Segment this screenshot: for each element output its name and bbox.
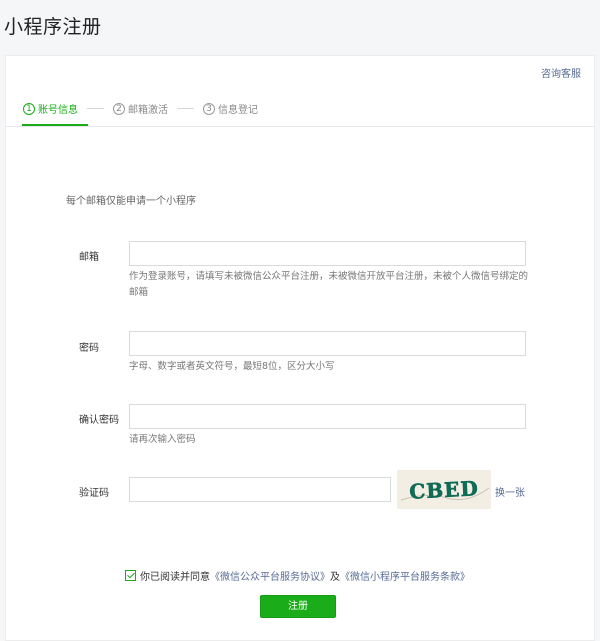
agreement-and: 及 bbox=[330, 572, 340, 583]
register-button[interactable]: 注册 bbox=[260, 595, 336, 618]
step-number: 3 bbox=[203, 102, 215, 115]
step-info-registration: 3 信息登记 bbox=[203, 101, 258, 116]
step-connector bbox=[87, 108, 104, 109]
password-input[interactable] bbox=[129, 331, 526, 356]
captcha-text: CBED bbox=[409, 476, 480, 504]
confirm-password-label: 确认密码 bbox=[79, 415, 119, 426]
step-label: 信息登记 bbox=[218, 105, 258, 116]
step-number: 2 bbox=[113, 102, 125, 115]
email-limit-tip: 每个邮箱仅能申请一个小程序 bbox=[66, 196, 196, 207]
miniprogram-terms-link[interactable]: 《微信小程序平台服务条款》 bbox=[340, 568, 470, 583]
agreement-checkbox[interactable] bbox=[125, 570, 136, 581]
password-label: 密码 bbox=[79, 343, 99, 354]
step-label: 账号信息 bbox=[38, 105, 78, 116]
change-captcha-link[interactable]: 换一张 bbox=[495, 484, 525, 499]
step-indicator: 1 账号信息 2 邮箱激活 3 信息登记 bbox=[23, 101, 258, 116]
password-hint: 字母、数字或者英文符号，最短8位，区分大小写 bbox=[129, 361, 335, 372]
email-input[interactable] bbox=[129, 241, 526, 266]
agreement-prefix: 你已阅读并同意 bbox=[140, 572, 210, 583]
registration-panel: 咨询客服 1 账号信息 2 邮箱激活 3 信息登记 每个邮箱仅能申请一个小程序 … bbox=[5, 55, 595, 641]
captcha-input[interactable] bbox=[129, 477, 391, 502]
divider bbox=[6, 126, 594, 127]
consult-support-link[interactable]: 咨询客服 bbox=[541, 65, 581, 80]
service-agreement-link[interactable]: 《微信公众平台服务协议》 bbox=[210, 568, 330, 583]
captcha-label: 验证码 bbox=[79, 488, 109, 499]
confirm-password-hint: 请再次输入密码 bbox=[129, 434, 196, 445]
step-email-activation: 2 邮箱激活 bbox=[113, 101, 168, 116]
agreement-row: 你已阅读并同意 《微信公众平台服务协议》 及 《微信小程序平台服务条款》 bbox=[125, 568, 470, 583]
step-connector bbox=[177, 108, 194, 109]
page-title: 小程序注册 bbox=[4, 16, 102, 38]
email-label: 邮箱 bbox=[79, 252, 99, 263]
captcha-image[interactable]: CBED bbox=[397, 470, 491, 509]
step-account-info: 1 账号信息 bbox=[23, 101, 78, 116]
email-hint: 作为登录账号，请填写未被微信公众平台注册，未被微信开放平台注册，未被个人微信号绑… bbox=[129, 271, 529, 298]
step-number: 1 bbox=[23, 102, 35, 115]
step-label: 邮箱激活 bbox=[128, 105, 168, 116]
confirm-password-input[interactable] bbox=[129, 404, 526, 429]
